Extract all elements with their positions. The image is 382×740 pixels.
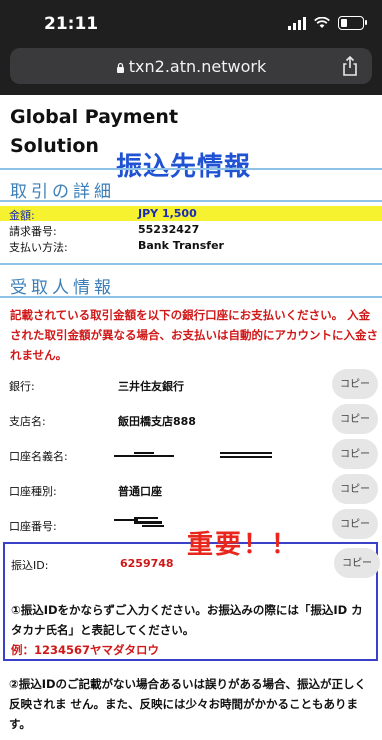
transfer-example: 例：1234567ヤマダタロウ [11, 643, 160, 657]
invoice-label: 請求番号: [9, 225, 57, 238]
divider [0, 200, 382, 202]
divider [0, 168, 382, 170]
important-overlay: 重要！！ [187, 530, 300, 560]
transfer-id-label: 振込ID: [11, 559, 49, 572]
bank-row: 銀行: 三井住友銀行 コピー [0, 367, 382, 401]
lock-icon [116, 62, 124, 73]
cellular-signal-icon [288, 16, 306, 30]
branch-row: 支店名: 飯田橋支店888 コピー [0, 402, 382, 436]
divider [0, 263, 382, 265]
payment-method-row: 支払い方法: Bank Transfer [0, 238, 382, 254]
redacted-account-number [114, 517, 174, 529]
amount-value: JPY 1,500 [138, 207, 197, 220]
footer-note: ②振込IDのご記載がない場合あるいは誤りがある場合、振込が正しく反映されま せん… [9, 677, 367, 731]
copy-number-button[interactable]: コピー [332, 509, 378, 539]
recipient-section-title: 受取人情報 [10, 278, 115, 298]
payment-notice: 記載されている取引金額を以下の銀行口座にお支払いください。 入金された取引金額が… [10, 308, 378, 362]
status-icons [288, 16, 367, 30]
account-number-label: 口座番号: [9, 520, 57, 533]
share-icon[interactable] [340, 55, 360, 77]
account-type-label: 口座種別: [9, 485, 57, 498]
transfer-id-value: 6259748 [120, 557, 174, 570]
divider [0, 296, 382, 298]
copy-transfer-id-button[interactable]: コピー [334, 548, 380, 578]
transaction-section-title: 取引の詳細 [10, 182, 115, 202]
url-text: txn2.atn.network [10, 57, 372, 76]
copy-type-button[interactable]: コピー [332, 474, 378, 504]
status-time: 21:11 [44, 14, 99, 34]
branch-value: 飯田橋支店888 [118, 415, 196, 428]
amount-label: 金額: [9, 209, 35, 222]
copy-holder-button[interactable]: コピー [332, 439, 378, 469]
payment-method-value: Bank Transfer [138, 239, 224, 252]
invoice-value: 55232427 [138, 223, 200, 236]
transfer-instruction-text: ①振込IDをかならずご入力ください。お振込みの際には「振込ID カタカナ氏名」と… [11, 603, 363, 637]
bank-label: 銀行: [9, 380, 35, 393]
invoice-row: 請求番号: 55232427 [0, 222, 382, 238]
account-holder-label: 口座名義名: [9, 450, 68, 463]
account-type-row: 口座種別: 普通口座 コピー [0, 472, 382, 506]
redacted-account-holder [114, 451, 294, 461]
battery-icon [338, 16, 367, 30]
url-value: txn2.atn.network [128, 57, 267, 76]
payment-method-label: 支払い方法: [9, 241, 68, 254]
branch-label: 支店名: [9, 415, 46, 428]
address-bar[interactable]: txn2.atn.network [10, 48, 372, 84]
transfer-instruction: ①振込IDをかならずご入力ください。お振込みの際には「振込ID カタカナ氏名」と… [11, 600, 371, 660]
copy-bank-button[interactable]: コピー [332, 369, 378, 399]
account-holder-row: 口座名義名: コピー [0, 437, 382, 471]
bank-value: 三井住友銀行 [118, 380, 184, 393]
wifi-icon [314, 17, 330, 28]
brand-line-1: Global Payment [10, 106, 179, 128]
copy-branch-button[interactable]: コピー [332, 404, 378, 434]
account-type-value: 普通口座 [118, 485, 162, 498]
amount-row: 金額: JPY 1,500 [0, 206, 382, 222]
overlay-title: 振込先情報 [116, 152, 252, 182]
browser-chrome: 21:11 txn2.atn.network [0, 0, 382, 95]
